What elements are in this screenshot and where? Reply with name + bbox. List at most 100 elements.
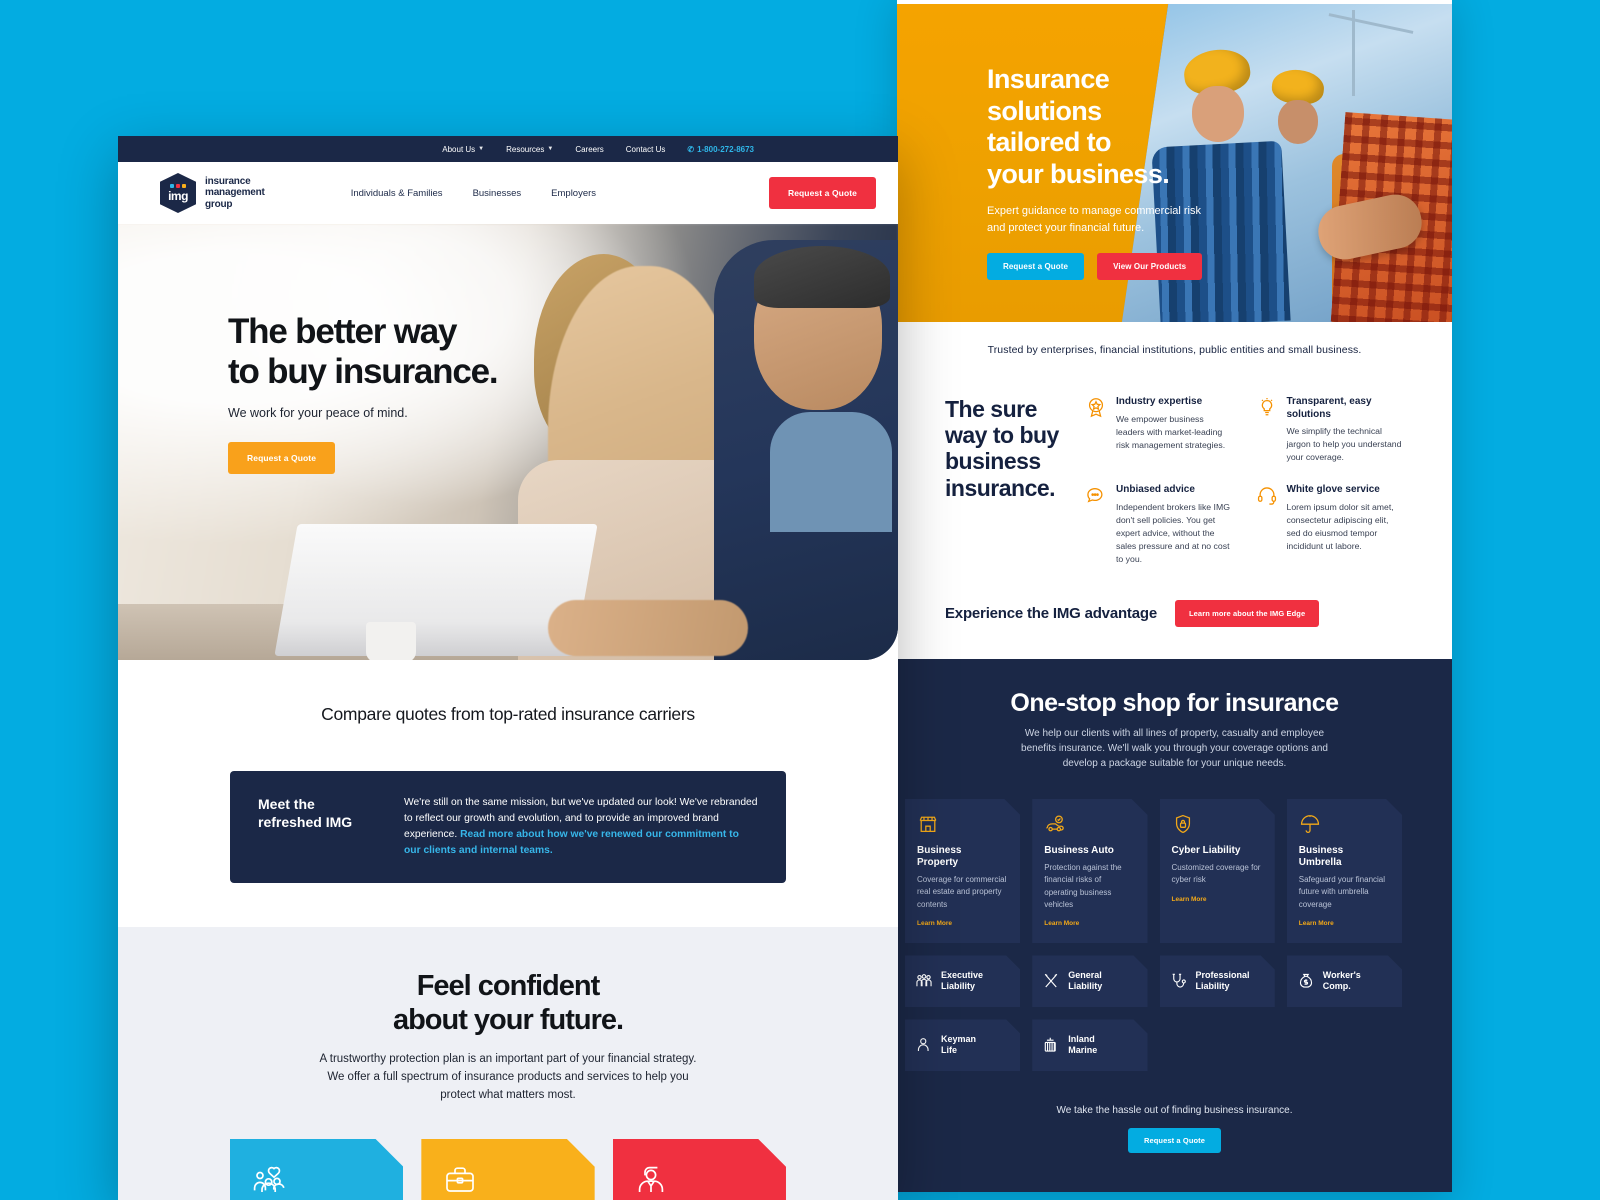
learn-more-link[interactable]: Learn More xyxy=(1172,896,1263,903)
view-products-button[interactable]: View Our Products xyxy=(1097,252,1203,280)
stethoscope-icon xyxy=(1170,972,1188,990)
nav-link-businesses[interactable]: Businesses xyxy=(473,188,522,199)
family-heart-icon xyxy=(252,1163,381,1197)
hero-title-line-3: tailored to xyxy=(987,127,1112,158)
product-title: Executive Liability xyxy=(941,970,984,992)
brand-name: insurance management group xyxy=(205,176,265,210)
request-quote-footer-button[interactable]: Request a Quote xyxy=(1127,1128,1222,1154)
feature-title: Industry expertise xyxy=(1116,396,1203,407)
feel-confident-section: Feel confident about your future. A trus… xyxy=(118,926,898,1200)
audience-card-employers[interactable]: For Employers Explore health benefits pl… xyxy=(613,1139,786,1200)
product-title: Keyman Life xyxy=(941,1034,977,1056)
topbar-link-resources[interactable]: Resources ▼ xyxy=(506,145,553,154)
product-body: Safeguard your financial future with umb… xyxy=(1298,874,1386,909)
nav-link-employers[interactable]: Employers xyxy=(551,188,596,199)
hero-title-line-1: The better way xyxy=(228,312,457,351)
lightbulb-icon xyxy=(1256,396,1278,418)
product-title: General Liability xyxy=(1068,970,1103,992)
img-shield-logo-icon: img xyxy=(160,173,196,213)
business-hero: Insurance solutions tailored to your bus… xyxy=(897,4,1452,322)
brand-logo[interactable]: img insurance management group xyxy=(160,173,265,213)
people-group-icon xyxy=(915,972,933,990)
umbrella-icon xyxy=(1299,813,1390,835)
product-card-keyman-life[interactable]: Keyman Life xyxy=(905,1019,1020,1071)
cargo-crate-icon xyxy=(1042,1036,1060,1054)
person-key-icon xyxy=(915,1036,933,1054)
products-footer-cta: We take the hassle out of finding busine… xyxy=(897,1105,1452,1154)
audience-card-row: For Individuals & Families For Business … xyxy=(118,1105,898,1200)
feature-industry-expertise: Industry expertise We empower business l… xyxy=(1085,396,1234,464)
product-card-business-property[interactable]: Business Property Coverage for commercia… xyxy=(905,799,1020,944)
audience-card-individuals-families[interactable]: For Individuals & Families xyxy=(230,1139,403,1200)
meet-banner-body: We're still on the same mission, but we'… xyxy=(404,797,758,856)
storefront-icon xyxy=(917,813,1008,835)
audience-card-business[interactable]: For Business Safeguard against commercia… xyxy=(421,1139,594,1200)
shield-lock-icon xyxy=(1172,813,1263,835)
tools-cross-icon xyxy=(1042,972,1060,990)
features-heading-line-3: business xyxy=(945,448,1041,475)
business-page-panel: Insurance solutions tailored to your bus… xyxy=(897,0,1452,1192)
hero-request-quote-button[interactable]: Request a Quote xyxy=(228,441,336,474)
consumer-hero-subtitle: We work for your peace of mind. xyxy=(228,405,408,420)
learn-more-link[interactable]: Learn More xyxy=(1299,920,1390,927)
feature-white-glove-service: White glove service Lorem ipsum dolor si… xyxy=(1256,484,1405,566)
consumer-page-panel: About Us ▼ Resources ▼ Careers Contact U… xyxy=(118,136,898,1200)
topbar-link-careers[interactable]: Careers xyxy=(575,145,603,154)
request-quote-button[interactable]: Request a Quote xyxy=(987,252,1085,280)
product-small-grid-row-2: Keyman Life Inland Marine xyxy=(897,1007,1452,1071)
features-heading-line-4: insurance. xyxy=(945,474,1056,501)
topbar-phone-link[interactable]: ✆ 1-800-272-8673 xyxy=(687,145,754,154)
product-small-grid-row-1: Executive Liability General Liability Pr… xyxy=(897,943,1452,1007)
advantage-row: Experience the IMG advantage Learn more … xyxy=(897,566,1452,627)
hero-title-line-4: your business. xyxy=(987,158,1170,189)
feature-title: Unbiased advice xyxy=(1116,484,1195,496)
hero-title-line-1: Insurance xyxy=(987,64,1110,94)
product-body: Coverage for commercial real estate and … xyxy=(917,874,1007,909)
star-badge-icon xyxy=(1085,396,1107,418)
products-section: One-stop shop for insurance We help our … xyxy=(897,658,1452,1192)
feature-unbiased-advice: Unbiased advice Independent brokers like… xyxy=(1085,484,1234,566)
features-heading-line-2: way to buy xyxy=(945,422,1059,449)
features-section: The sure way to buy business insurance. … xyxy=(897,356,1452,566)
consumer-hero: The better way to buy insurance. We work… xyxy=(118,224,898,660)
feature-body: Lorem ipsum dolor sit amet, consectetur … xyxy=(1286,501,1394,551)
product-title: Inland Marine xyxy=(1068,1034,1098,1056)
consumer-hero-title: The better way to buy insurance. xyxy=(228,312,499,392)
nav-link-individuals-families[interactable]: Individuals & Families xyxy=(351,188,443,199)
compare-quotes-heading: Compare quotes from top-rated insurance … xyxy=(321,704,695,724)
hero-title-line-2: solutions xyxy=(987,95,1102,126)
feel-confident-body: A trustworthy protection plan is an impo… xyxy=(319,1053,697,1101)
product-card-business-auto[interactable]: Business Auto Protection against the fin… xyxy=(1032,799,1147,944)
learn-more-img-edge-button[interactable]: Learn more about the IMG Edge xyxy=(1174,599,1320,627)
chat-bubble-icon xyxy=(1085,484,1107,506)
product-card-business-umbrella[interactable]: Business Umbrella Safeguard your financi… xyxy=(1287,799,1402,944)
feature-body: We empower business leaders with market-… xyxy=(1116,413,1226,450)
product-card-general-liability[interactable]: General Liability xyxy=(1032,955,1147,1007)
product-card-inland-marine[interactable]: Inland Marine xyxy=(1032,1019,1147,1071)
meet-refreshed-img-banner: Meet the refreshed IMG We're still on th… xyxy=(230,771,786,883)
meet-banner-title: Meet the refreshed IMG xyxy=(258,796,353,831)
product-title: Cyber Liability xyxy=(1171,844,1241,856)
main-navbar: img insurance management group Individua… xyxy=(118,162,898,224)
product-card-cyber-liability[interactable]: Cyber Liability Customized coverage for … xyxy=(1160,799,1275,944)
products-subtitle: We help our clients with all lines of pr… xyxy=(1021,727,1328,769)
consumer-hero-copy: The better way to buy insurance. We work… xyxy=(228,312,499,474)
money-bag-icon xyxy=(1297,972,1315,990)
product-card-professional-liability[interactable]: Professional Liability xyxy=(1160,955,1275,1007)
nav-request-quote-button[interactable]: Request a Quote xyxy=(768,177,876,209)
learn-more-link[interactable]: Learn More xyxy=(1044,920,1135,927)
product-body: Protection against the financial risks o… xyxy=(1044,862,1122,910)
phone-icon: ✆ xyxy=(687,144,695,154)
learn-more-link[interactable]: Learn More xyxy=(917,920,1008,927)
headset-icon xyxy=(1256,484,1278,506)
topbar-link-about-us[interactable]: About Us ▼ xyxy=(442,145,484,154)
product-card-executive-liability[interactable]: Executive Liability xyxy=(905,955,1020,1007)
product-card-workers-comp[interactable]: Worker's Comp. xyxy=(1287,955,1402,1007)
primary-nav-links: Individuals & Families Businesses Employ… xyxy=(351,188,596,199)
product-title: Professional Liability xyxy=(1195,970,1250,992)
topbar-link-contact-us[interactable]: Contact Us xyxy=(626,145,666,154)
briefcase-icon xyxy=(443,1163,572,1197)
business-hero-subtitle: Expert guidance to manage commercial ris… xyxy=(987,205,1201,234)
product-title: Business Property xyxy=(917,844,962,868)
product-title: Business Umbrella xyxy=(1298,844,1344,868)
